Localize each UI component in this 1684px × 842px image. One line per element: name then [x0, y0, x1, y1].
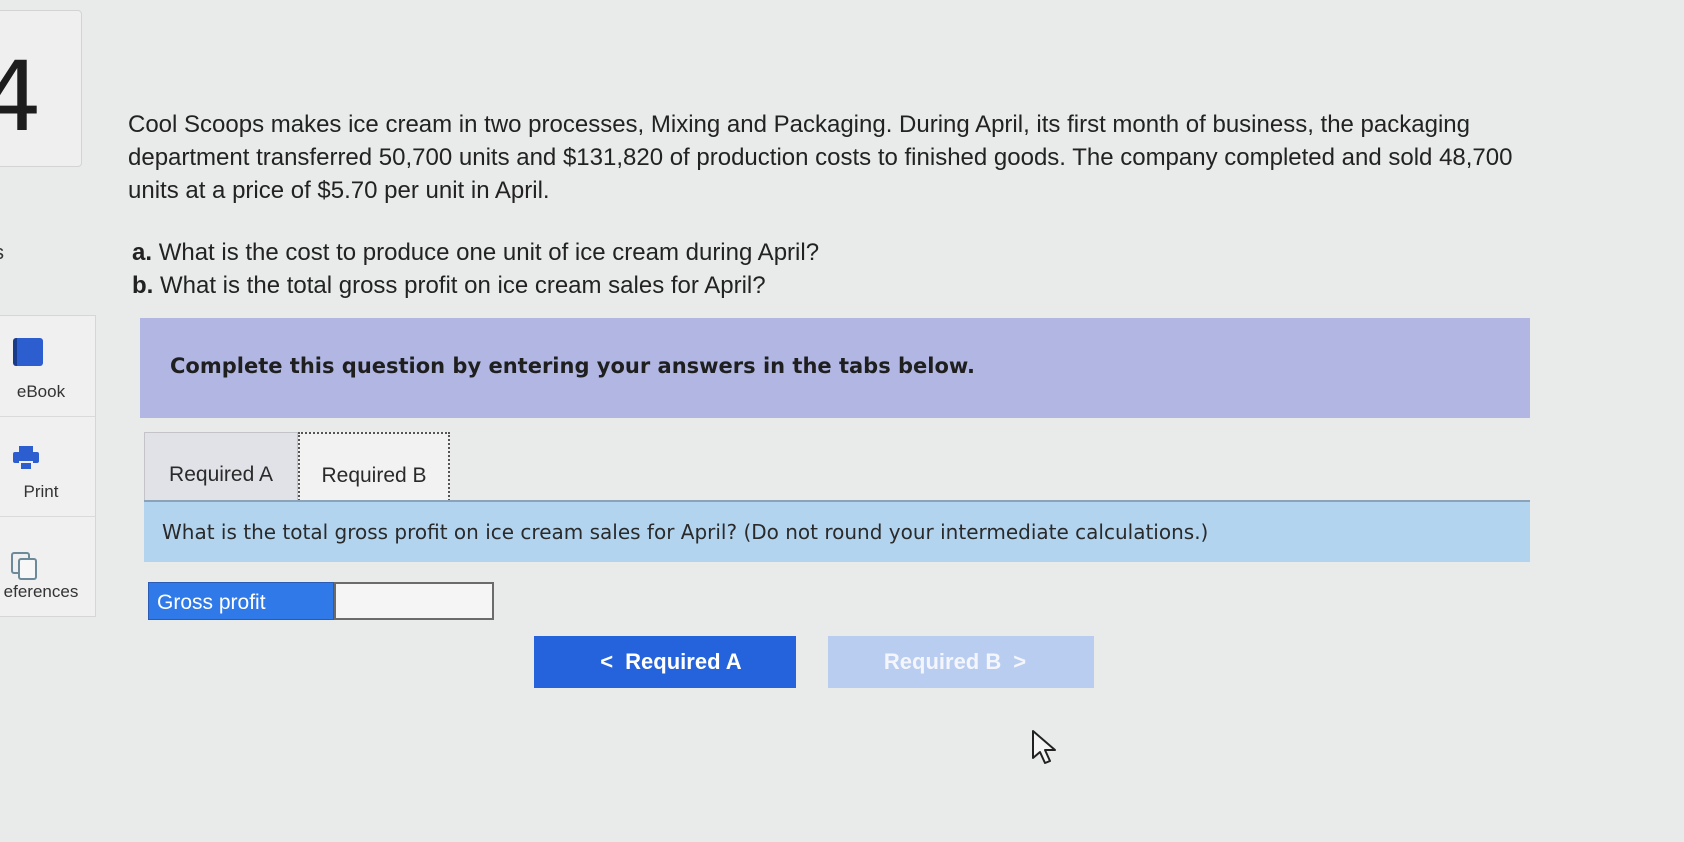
question-a: a. What is the cost to produce one unit …	[132, 236, 819, 269]
sidebar-item-label: eBook	[16, 382, 66, 401]
question-a-text: What is the cost to produce one unit of …	[158, 239, 820, 266]
mouse-cursor-icon	[1032, 730, 1056, 764]
printer-icon	[13, 446, 39, 472]
question-a-prefix: a.	[132, 239, 153, 266]
question-b: b. What is the total gross profit on ice…	[132, 269, 819, 302]
instruction-banner: Complete this question by entering your …	[140, 318, 1530, 418]
problem-statement: Cool Scoops makes ice cream in two proce…	[128, 108, 1668, 207]
sidebar-item-label: Print	[23, 482, 59, 501]
sidebar: eBook Print eferences	[0, 315, 96, 617]
prev-button-label: Required A	[625, 649, 742, 674]
instruction-text: Complete this question by entering your …	[170, 354, 975, 378]
side-stub-label: s	[0, 242, 4, 265]
book-icon	[13, 338, 43, 366]
sidebar-item-references[interactable]: eferences	[0, 516, 95, 616]
question-b-prefix: b.	[132, 272, 154, 299]
sidebar-item-label: eferences	[3, 582, 79, 601]
question-b-text: What is the total gross profit on ice cr…	[160, 272, 766, 299]
problem-line: Cool Scoops makes ice cream in two proce…	[128, 111, 1470, 138]
next-required-b-button[interactable]: Required B >	[828, 636, 1094, 688]
gross-profit-input[interactable]	[334, 582, 494, 620]
next-button-label: Required B	[883, 649, 1002, 674]
chevron-right-icon: >	[1013, 649, 1027, 674]
sidebar-item-print[interactable]: Print	[0, 416, 95, 517]
prev-required-a-button[interactable]: < Required A	[534, 636, 796, 688]
chevron-left-icon: <	[600, 649, 614, 674]
problem-line: department transferred 50,700 units and …	[128, 144, 1513, 171]
sidebar-item-ebook[interactable]: eBook	[0, 316, 95, 417]
active-question-text: What is the total gross profit on ice cr…	[162, 520, 1209, 544]
question-number: 4	[0, 41, 43, 153]
question-number-box: 4	[0, 10, 82, 167]
active-question-bar: What is the total gross profit on ice cr…	[144, 502, 1530, 562]
question-list: a. What is the cost to produce one unit …	[132, 236, 819, 302]
problem-line: units at a price of $5.70 per unit in Ap…	[128, 177, 550, 204]
references-icon	[11, 552, 37, 580]
gross-profit-label: Gross profit	[148, 582, 334, 620]
